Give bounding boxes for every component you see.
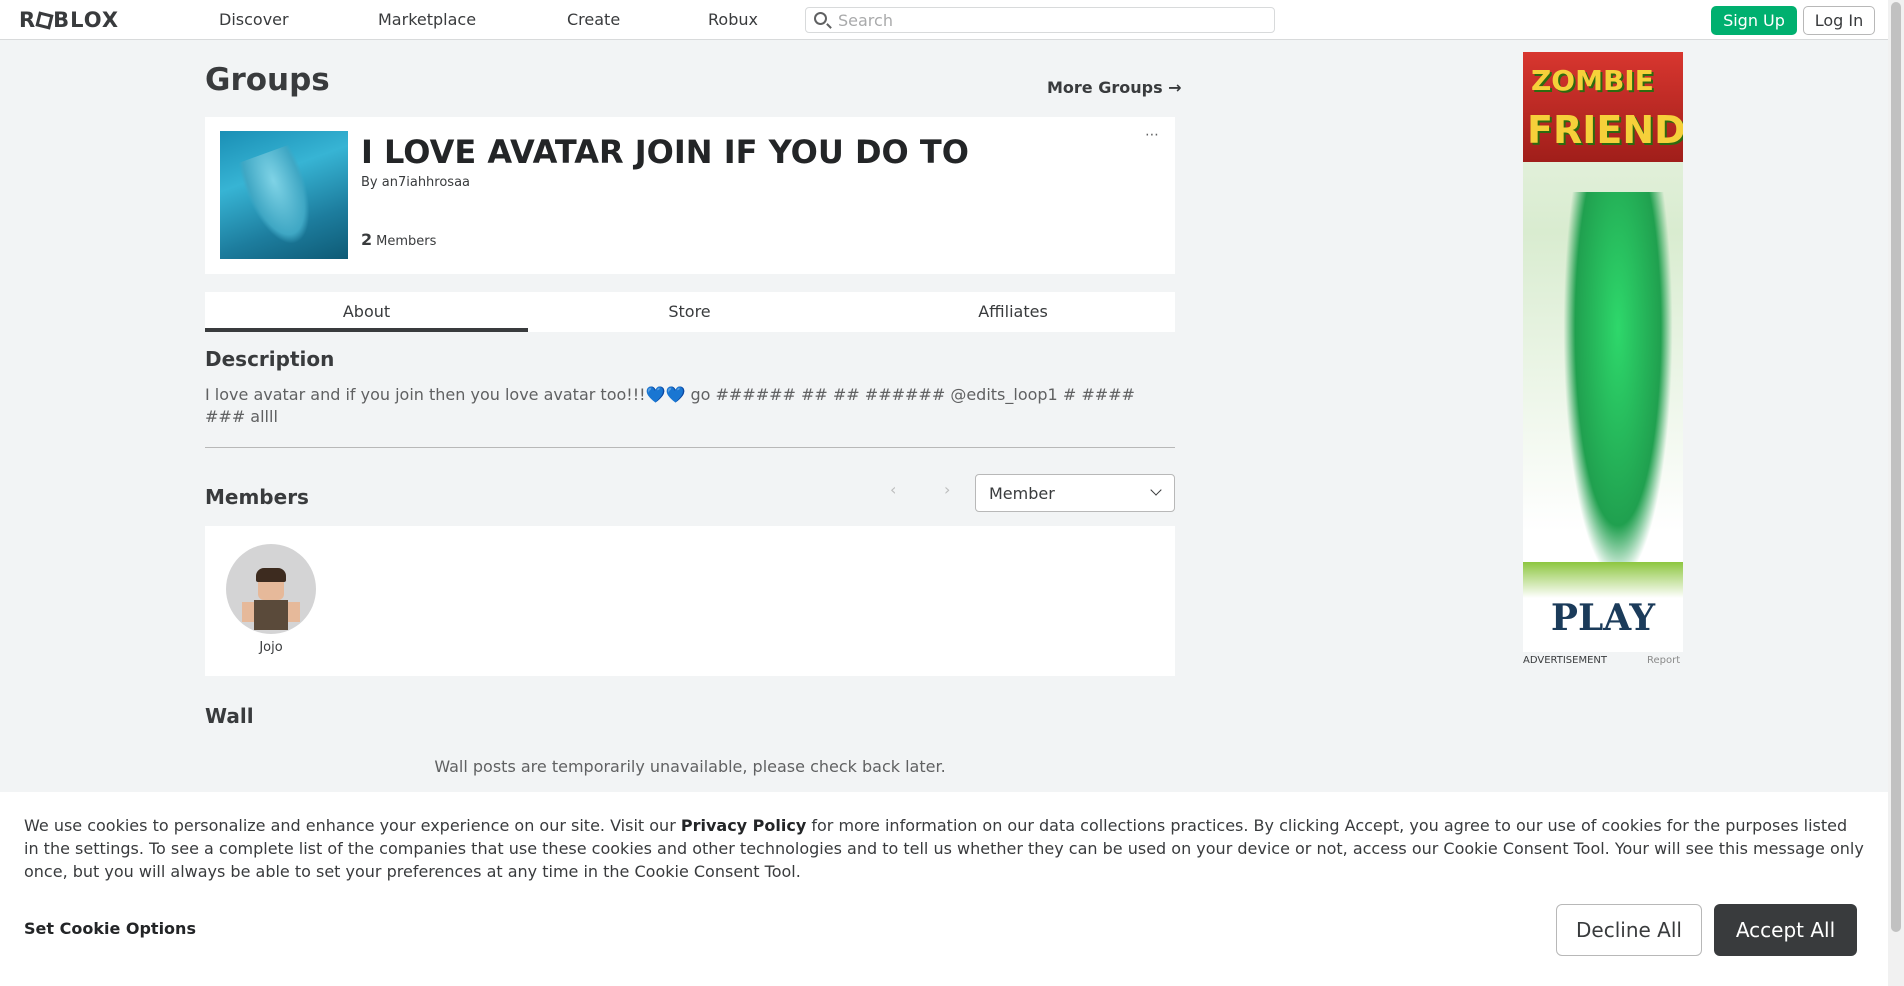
decline-all-button[interactable]: Decline All: [1556, 904, 1702, 956]
member-count-label: Members: [376, 234, 437, 249]
chevron-left-icon[interactable]: ‹: [890, 480, 896, 499]
member-avatar[interactable]: [226, 544, 316, 634]
description-heading: Description: [205, 347, 335, 371]
tab-affiliates[interactable]: Affiliates: [851, 292, 1175, 332]
member-count-value: 2: [361, 230, 373, 249]
group-owner-line: By an7iahhrosaa: [361, 175, 470, 190]
advertisement-banner[interactable]: ZOMBIE FRIEND PLAY: [1523, 52, 1683, 652]
description-text: I love avatar and if you join then you l…: [205, 385, 1135, 426]
section-divider: [205, 447, 1175, 448]
search-input[interactable]: [838, 10, 1258, 30]
tab-about[interactable]: About: [205, 292, 528, 332]
roblox-logo[interactable]: R BLOX: [19, 8, 119, 32]
role-dropdown-value: Member: [989, 484, 1055, 503]
report-ad-link[interactable]: Report: [1647, 655, 1680, 666]
chevron-down-icon: [1150, 484, 1162, 496]
nav-create[interactable]: Create: [567, 10, 620, 29]
login-button[interactable]: Log In: [1803, 6, 1875, 35]
ad-play-text: PLAY: [1550, 597, 1656, 639]
nav-robux[interactable]: Robux: [708, 10, 758, 29]
top-navigation: R BLOX Discover Marketplace Create Robux …: [0, 0, 1888, 40]
ad-title-line2: FRIEND: [1527, 108, 1683, 152]
by-label: By: [361, 175, 378, 190]
group-name: I LOVE AVATAR JOIN IF YOU DO TO: [361, 133, 969, 171]
page-scrollbar[interactable]: [1888, 0, 1904, 986]
group-member-count: 2 Members: [361, 230, 436, 249]
ad-character-image: [1563, 192, 1673, 582]
privacy-policy-link[interactable]: Privacy Policy: [681, 816, 806, 835]
role-dropdown[interactable]: Member: [975, 474, 1175, 512]
more-options-icon[interactable]: ⋯: [1145, 127, 1160, 143]
wall-heading: Wall: [205, 704, 254, 728]
group-header-card: I LOVE AVATAR JOIN IF YOU DO TO By an7ia…: [205, 117, 1175, 274]
tab-store[interactable]: Store: [528, 292, 851, 332]
member-name[interactable]: Jojo: [226, 640, 316, 655]
cookie-message: We use cookies to personalize and enhanc…: [24, 814, 1864, 883]
ad-title-block: ZOMBIE FRIEND: [1523, 52, 1683, 162]
group-tabs: About Store Affiliates: [205, 292, 1175, 332]
search-icon: [814, 12, 827, 25]
nav-discover[interactable]: Discover: [219, 10, 289, 29]
more-groups-link[interactable]: More Groups →: [1047, 78, 1182, 97]
group-emblem-image: [220, 131, 348, 259]
signup-button[interactable]: Sign Up: [1711, 6, 1797, 35]
cookie-text-before: We use cookies to personalize and enhanc…: [24, 816, 681, 835]
cookie-banner: We use cookies to personalize and enhanc…: [0, 792, 1888, 986]
nav-marketplace[interactable]: Marketplace: [378, 10, 476, 29]
ad-title-line1: ZOMBIE: [1531, 64, 1654, 97]
set-cookie-options-link[interactable]: Set Cookie Options: [24, 919, 196, 938]
members-list: Jojo: [205, 526, 1175, 676]
members-heading: Members: [205, 485, 309, 509]
search-box: [805, 7, 1275, 33]
scrollbar-thumb[interactable]: [1891, 2, 1901, 932]
page-title: Groups: [205, 62, 330, 98]
wall-unavailable-message: Wall posts are temporarily unavailable, …: [434, 757, 946, 776]
group-owner-link[interactable]: an7iahhrosaa: [382, 175, 470, 190]
chevron-right-icon[interactable]: ›: [944, 480, 950, 499]
accept-all-button[interactable]: Accept All: [1714, 904, 1857, 956]
advertisement-label: ADVERTISEMENT: [1523, 655, 1608, 666]
